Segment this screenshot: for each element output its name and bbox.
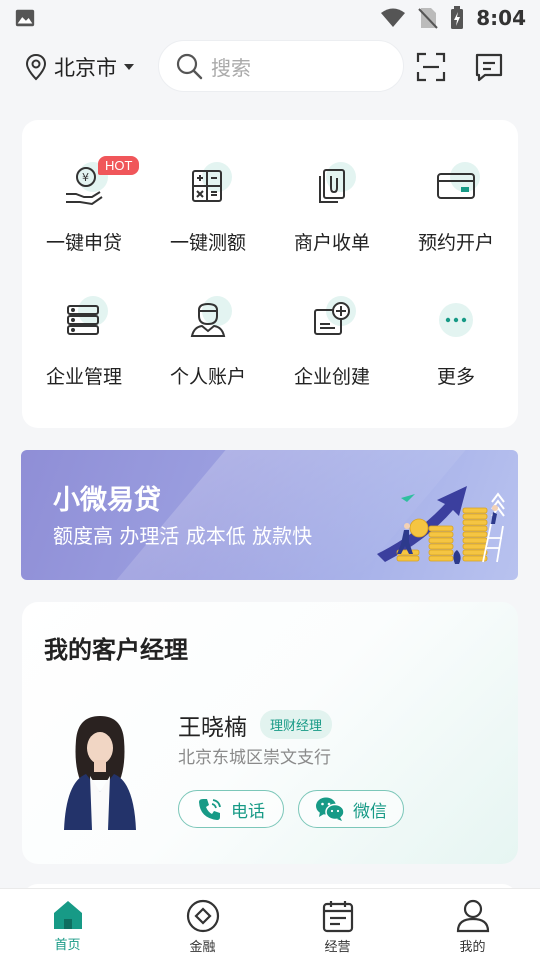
wechat-button[interactable]: 微信 [298, 790, 404, 828]
coins-growth-illustration [377, 486, 505, 564]
wechat-icon [316, 797, 345, 821]
menu-item-quota[interactable]: 一键测额 [146, 156, 270, 255]
manager-branch: 北京东城区崇文支行 [178, 748, 331, 768]
quick-menu-card: ¥ HOT 一键申贷 一键测额 商户收单 预约开户 企业管理 个人账户 企业创建… [22, 120, 518, 428]
manager-role-badge: 理财经理 [260, 710, 333, 739]
customer-manager-card: 我的客户经理 王晓楠 理财经理 北京东城区崇文支行 电话 微信 [22, 602, 518, 864]
section-title: 我的客户经理 [44, 636, 188, 664]
scan-button[interactable] [414, 50, 448, 84]
clock: 8:04 [476, 6, 526, 30]
calculator-icon [192, 170, 222, 202]
city-selector[interactable]: 北京市 [24, 52, 135, 82]
tab-business[interactable]: 经营 [270, 889, 405, 960]
phone-icon [199, 799, 221, 820]
menu-item-personal-account[interactable]: 个人账户 [146, 290, 270, 389]
no-sim-icon [418, 8, 438, 29]
more-dots-icon [439, 303, 473, 337]
location-pin-icon [25, 53, 47, 81]
menu-item-label: 企业创建 [293, 366, 370, 388]
promo-banner[interactable]: 小微易贷 额度高 办理活 成本低 放款快 [21, 450, 518, 580]
person-icon [190, 302, 226, 337]
messages-button[interactable] [472, 50, 506, 84]
tab-label: 金融 [189, 940, 216, 955]
menu-item-label: 一键申贷 [45, 232, 122, 254]
hot-badge: HOT [98, 156, 140, 175]
caret-down-icon [124, 64, 134, 70]
bottom-tab-bar: 首页 金融 经营 我的 [0, 888, 540, 960]
server-stack-icon [67, 305, 99, 335]
compass-icon [186, 899, 219, 933]
search-placeholder: 搜索 [211, 55, 251, 80]
tab-home[interactable]: 首页 [0, 889, 135, 960]
bank-card-icon [437, 173, 475, 199]
tab-finance[interactable]: 金融 [135, 889, 270, 960]
menu-item-open-account[interactable]: 预约开户 [394, 156, 518, 255]
search-bar[interactable]: 搜索 [158, 40, 404, 92]
manager-name: 王晓楠 [178, 715, 247, 741]
menu-item-more[interactable]: 更多 [394, 290, 518, 389]
message-icon [475, 53, 503, 82]
menu-item-label: 商户收单 [293, 232, 370, 254]
banner-title: 小微易贷 [53, 485, 161, 516]
user-icon [456, 899, 489, 933]
menu-item-label: 更多 [436, 366, 475, 388]
wechat-label: 微信 [353, 801, 387, 822]
call-label: 电话 [231, 801, 265, 822]
top-header: 北京市 搜索 [0, 40, 540, 94]
home-icon [53, 901, 82, 929]
menu-item-enterprise-create[interactable]: 企业创建 [270, 290, 394, 389]
menu-item-enterprise-mgmt[interactable]: 企业管理 [22, 290, 146, 389]
menu-item-merchant[interactable]: 商户收单 [270, 156, 394, 255]
call-button[interactable]: 电话 [178, 790, 284, 828]
banner-subtitle: 额度高 办理活 成本低 放款快 [53, 524, 313, 548]
calendar-icon [322, 901, 353, 933]
image-notification-icon [15, 9, 35, 27]
manager-photo [64, 716, 136, 830]
svg-text:¥: ¥ [82, 171, 89, 184]
search-icon [176, 53, 203, 80]
wifi-icon [381, 8, 406, 27]
receipt-clip-icon [319, 169, 345, 203]
menu-item-label: 一键测额 [169, 232, 246, 254]
battery-charging-icon [451, 6, 464, 29]
menu-item-label: 企业管理 [45, 366, 122, 388]
tab-label: 经营 [324, 940, 351, 955]
add-document-icon [314, 302, 350, 335]
tab-label: 我的 [459, 940, 486, 955]
city-name: 北京市 [54, 56, 117, 80]
menu-item-label: 预约开户 [417, 232, 494, 254]
menu-item-loan[interactable]: ¥ HOT 一键申贷 [22, 156, 146, 255]
menu-item-label: 个人账户 [169, 366, 246, 388]
tab-mine[interactable]: 我的 [405, 889, 540, 960]
status-bar: 8:04 [0, 0, 540, 36]
tab-label: 首页 [54, 938, 81, 953]
scan-icon [416, 52, 446, 82]
